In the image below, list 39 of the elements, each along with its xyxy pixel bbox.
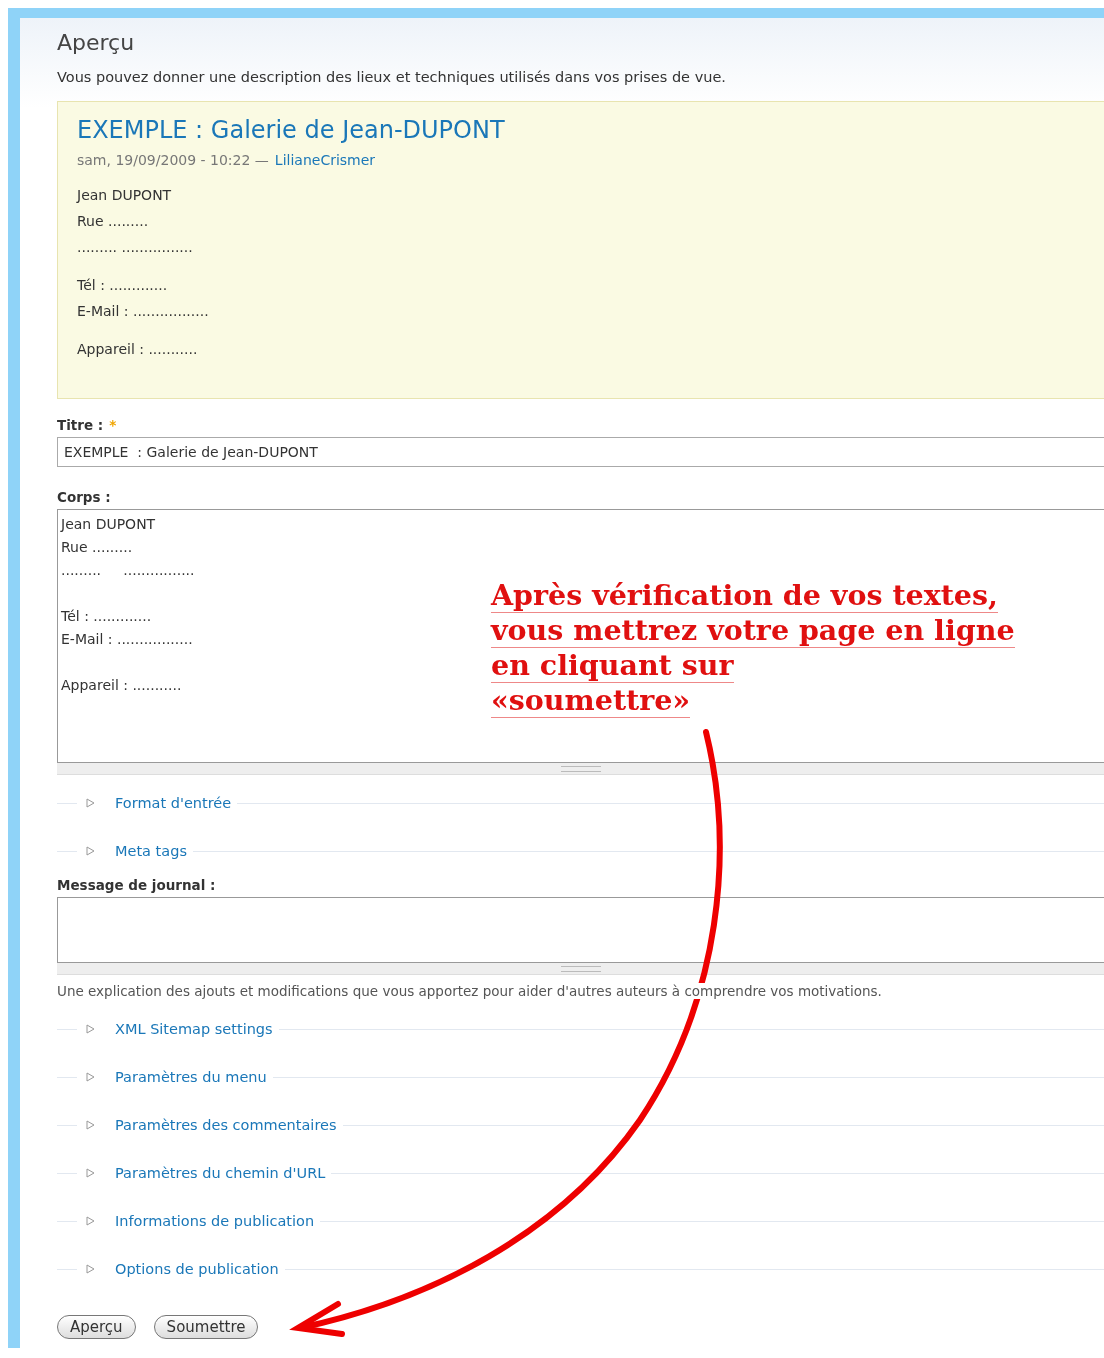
form-button[interactable]: Soumettre: [153, 1315, 259, 1339]
field-label: Message de journal :: [57, 877, 216, 893]
section-link[interactable]: XML Sitemap settings: [115, 1021, 279, 1037]
text-line: Jean DUPONT: [77, 186, 173, 205]
collapsed-triangle-icon[interactable]: [85, 1120, 95, 1130]
text-line: ......... ................: [77, 238, 194, 257]
collapsed-triangle-icon[interactable]: [85, 1264, 95, 1274]
annotation-text: Après vérification de vos textes, vous mettrez votre page en ligne en cliquant sur «soumettre»: [491, 578, 1015, 718]
collapsed-triangle-icon[interactable]: [85, 1072, 95, 1082]
collapsed-triangle-icon[interactable]: [85, 1024, 95, 1034]
form-button[interactable]: Aperçu: [57, 1315, 136, 1339]
collapsed-triangle-icon[interactable]: [85, 798, 95, 808]
section-link[interactable]: Informations de publication: [115, 1213, 321, 1229]
text-line: Rue .........: [77, 212, 150, 231]
text-line: Tél : .............: [77, 276, 169, 295]
section-link[interactable]: Meta tags: [115, 843, 193, 859]
help-text: Une explication des ajouts et modifications que vous apportez pour aider d'autres auteurs à comprendre vos motivations.: [57, 983, 882, 999]
collapsed-triangle-icon[interactable]: [85, 1216, 95, 1226]
section-link[interactable]: Format d'entrée: [115, 795, 238, 811]
field-label: Titre :: [57, 417, 104, 433]
required-mark: *: [109, 417, 117, 433]
field-label: Corps :: [57, 489, 111, 505]
author-link[interactable]: LilianeCrismer: [274, 152, 376, 168]
resize-handle[interactable]: [57, 763, 1104, 775]
page-title: Aperçu: [57, 29, 136, 55]
section-link[interactable]: Paramètres du chemin d'URL: [115, 1165, 332, 1181]
collapsed-triangle-icon[interactable]: [85, 1168, 95, 1178]
text-line: E-Mail : .................: [77, 302, 210, 321]
post-date: sam, 19/09/2009 - 10:22 —: [77, 152, 269, 168]
resize-handle[interactable]: [57, 963, 1104, 975]
page-description: Vous pouvez donner une description des lieux et techniques utilisés dans vos prises de vue.: [57, 69, 727, 85]
log-message-field[interactable]: [57, 897, 1104, 963]
section-link[interactable]: Paramètres du menu: [115, 1069, 273, 1085]
collapsed-triangle-icon[interactable]: [85, 846, 95, 856]
section-link[interactable]: Options de publication: [115, 1261, 285, 1277]
title-field[interactable]: EXEMPLE : Galerie de Jean-DUPONT: [57, 437, 1104, 467]
section-link[interactable]: Paramètres des commentaires: [115, 1117, 343, 1133]
text-line: Appareil : ...........: [77, 340, 199, 359]
preview-title: EXEMPLE : Galerie de Jean-DUPONT: [77, 116, 506, 144]
